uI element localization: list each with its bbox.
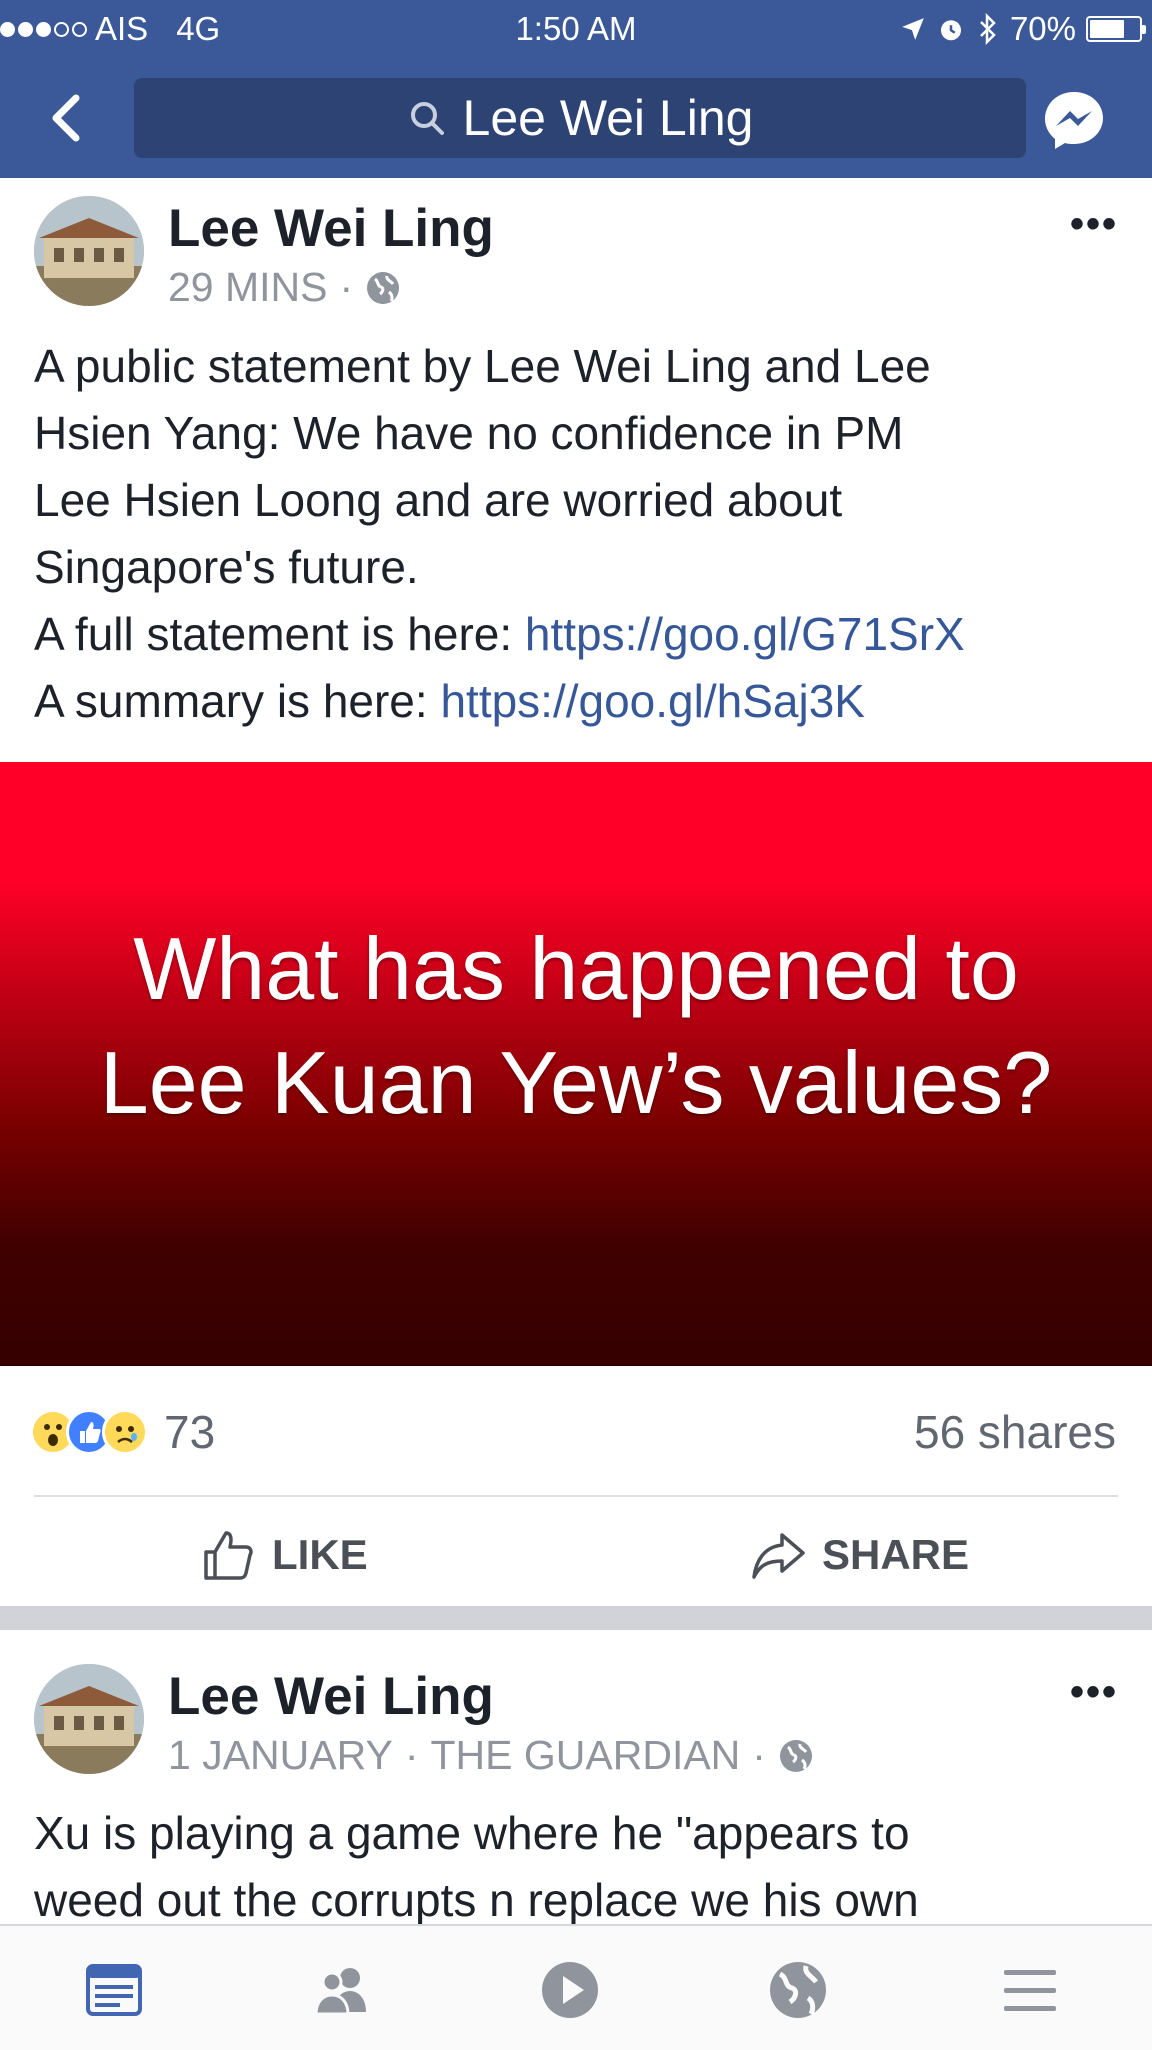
post-text-line: Lee Hsien Loong and are worried about [34,474,843,526]
divider [34,1495,1118,1497]
bottom-tab-bar [0,1924,1152,2050]
globe-icon [770,1962,826,2018]
battery-percent: 70% [1009,10,1076,47]
image-text-line: What has happened to [133,919,1019,1018]
tab-friends[interactable] [310,1958,374,2022]
post-card: Lee Wei Ling ••• 1 JANUARY · THE GUARDIA… [0,1630,1152,1924]
search-query: Lee Wei Ling [462,90,754,146]
menu-icon [1004,1970,1056,2011]
post-source[interactable]: THE GUARDIAN [430,1732,740,1779]
reaction-count: 73 [164,1406,216,1458]
share-arrow-icon [752,1533,805,1579]
post-text: Xu is playing a game where he "appears t… [34,1800,1124,1924]
back-arrow-icon[interactable] [40,88,100,148]
battery-icon [1086,16,1146,42]
avatar[interactable] [34,1664,144,1774]
search-header: Lee Wei Ling [0,58,1152,178]
summary-link[interactable]: https://goo.gl/hSaj3K [440,675,865,727]
bluetooth-icon [980,13,996,45]
video-icon [542,1962,598,2018]
post-author[interactable]: Lee Wei Ling [168,1666,494,1727]
image-text-line: Lee Kuan Yew’s values? [99,1033,1053,1132]
more-options-button[interactable]: ••• [1070,202,1118,247]
reaction-summary[interactable]: 73 [30,1405,215,1459]
sad-reaction-icon [102,1409,148,1455]
post-image[interactable]: What has happened to Lee Kuan Yew’s valu… [0,762,1152,1366]
share-label: SHARE [822,1531,970,1578]
more-options-button[interactable]: ••• [1070,1670,1118,1715]
post-text-line: A public statement by Lee Wei Ling and L… [34,340,931,392]
post-text-line: Xu is playing a game where he "appears t… [34,1807,910,1859]
post-time[interactable]: 1 JANUARY [168,1732,393,1779]
summary-line: A summary is here: https://goo.gl/hSaj3K [34,668,1124,735]
status-bar: AIS 4G 1:50 AM 70% [0,0,1152,58]
tab-video[interactable] [538,1958,602,2022]
search-bar[interactable]: Lee Wei Ling [134,78,1026,158]
full-statement-link[interactable]: https://goo.gl/G71SrX [525,608,965,660]
post-meta: 29 MINS · [168,264,401,311]
tab-menu[interactable] [998,1958,1062,2022]
messenger-icon[interactable] [1042,88,1106,152]
meta-separator: · [752,1732,766,1778]
meta-separator: · [404,1732,419,1778]
feed-separator [0,1606,1152,1630]
globe-icon [779,1739,812,1772]
news-feed-icon [86,1964,142,2016]
friends-icon [314,1968,366,2016]
like-label: LIKE [272,1531,368,1578]
location-arrow-icon [902,18,924,40]
post-text-line: weed out the corrupts n replace we his o… [34,1874,919,1924]
post-text: A public statement by Lee Wei Ling and L… [34,333,1124,735]
avatar[interactable] [34,196,144,306]
tab-news-feed[interactable] [82,1958,146,2022]
like-button[interactable]: LIKE [198,1520,368,1590]
post-image-text: What has happened to Lee Kuan Yew’s valu… [0,912,1152,1140]
full-statement-label: A full statement is here: [34,608,525,660]
summary-label: A summary is here: [34,675,441,727]
meta-separator: · [339,264,354,310]
post-text-line: Singapore's future. [34,541,419,593]
share-count[interactable]: 56 shares [914,1405,1116,1459]
share-button[interactable]: SHARE [748,1520,969,1590]
post-time[interactable]: 29 MINS [168,264,328,311]
thumbs-up-icon [204,1531,253,1580]
status-right: 70% [900,10,1146,48]
tab-globe[interactable] [766,1958,830,2022]
post-text-line: Hsien Yang: We have no confidence in PM [34,407,904,459]
full-statement-line: A full statement is here: https://goo.gl… [34,601,1124,668]
globe-icon [367,271,400,304]
alarm-icon [940,20,961,41]
post-author[interactable]: Lee Wei Ling [168,198,494,259]
search-icon [410,102,444,135]
post-meta: 1 JANUARY · THE GUARDIAN · [168,1732,814,1779]
